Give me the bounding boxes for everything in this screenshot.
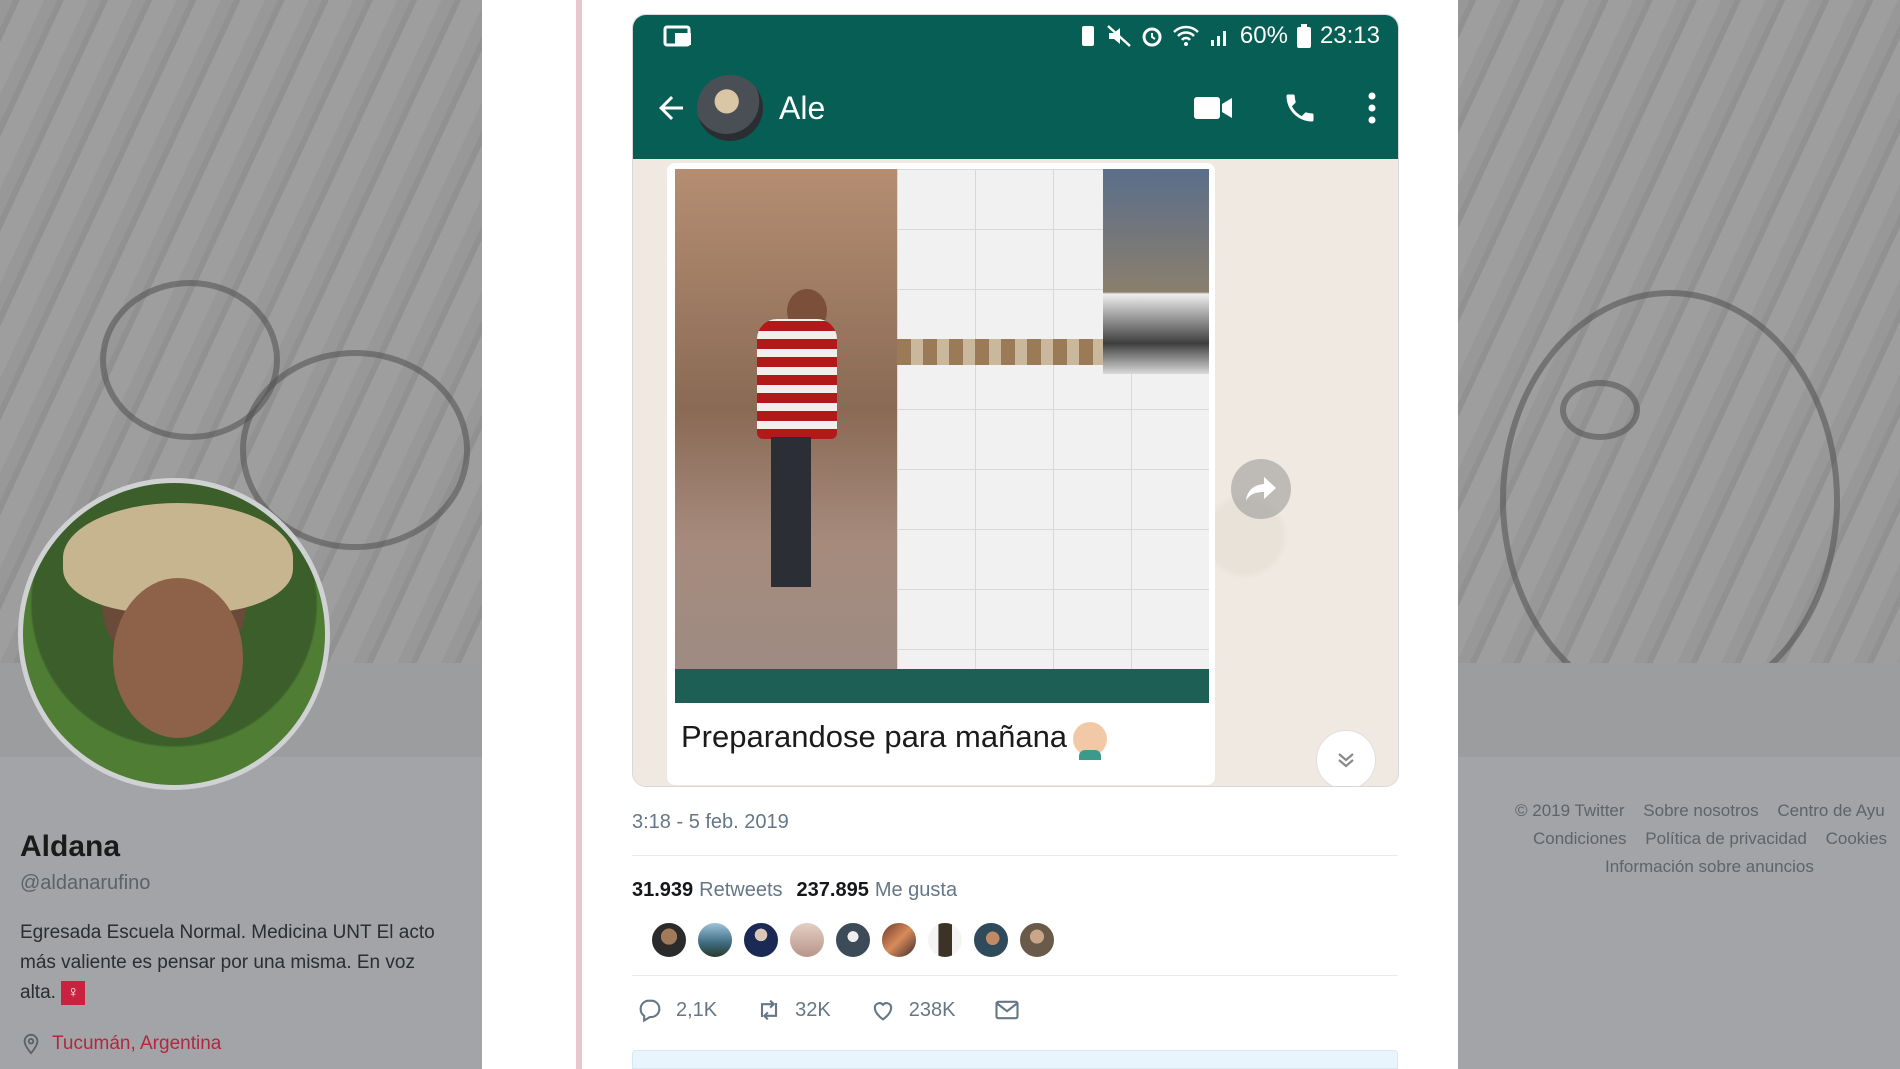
footer-copyright: © 2019 Twitter [1515, 801, 1625, 820]
retweet-button[interactable]: 32K [755, 996, 831, 1024]
footer-link-privacy[interactable]: Política de privacidad [1645, 829, 1807, 848]
female-symbol-icon: ♀ [61, 980, 86, 1005]
forward-button[interactable] [1231, 459, 1291, 519]
liker-avatar[interactable] [1018, 921, 1056, 959]
like-button[interactable]: 238K [869, 996, 956, 1024]
profile-avatar[interactable] [18, 478, 330, 790]
likes-label: Me gusta [874, 879, 958, 901]
chat-header-actions [1192, 90, 1378, 126]
liker-avatar[interactable] [788, 921, 826, 959]
message-photo[interactable] [675, 169, 1209, 703]
photo-foreground-bar [675, 669, 1209, 703]
status-icons: 60% 23:13 [1078, 22, 1380, 50]
footer-link-ads-info[interactable]: Información sobre anuncios [1605, 857, 1814, 876]
scroll-down-button[interactable] [1316, 730, 1376, 786]
envelope-icon [995, 1000, 1020, 1020]
whatsapp-chat-header: Ale [633, 57, 1398, 159]
caption-text: Preparandose para mañana [681, 719, 1068, 754]
heart-icon [873, 1002, 892, 1021]
reply-count: 2,1K [676, 998, 718, 1021]
vibrate-icon [1081, 26, 1094, 46]
profile-bio: Egresada Escuela Normal. Medicina UNT El… [20, 918, 450, 1008]
direct-message-button[interactable] [993, 996, 1021, 1024]
contact-name[interactable]: Ale [779, 90, 1192, 127]
retweet-count: 32K [795, 998, 831, 1021]
mute-icon [1107, 25, 1131, 47]
chat-area: Preparandose para mañana [633, 159, 1398, 786]
phone-call-icon[interactable] [1282, 90, 1318, 126]
divider [632, 855, 1398, 856]
footer-links: © 2019 Twitter Sobre nosotros Centro de … [1485, 797, 1900, 881]
tweet-image-whatsapp-screenshot[interactable]: 60% 23:13 Ale Preparandose para mañana [632, 14, 1399, 787]
photo-man-shirt [757, 319, 837, 439]
divider [632, 975, 1398, 976]
message-bubble[interactable]: Preparandose para mañana [667, 163, 1215, 785]
battery-icon [1296, 24, 1311, 48]
contact-avatar[interactable] [697, 75, 763, 141]
gallery-notification-icon [663, 25, 691, 47]
wifi-icon [1173, 25, 1199, 46]
message-caption: Preparandose para mañana [681, 719, 1108, 760]
liker-avatar[interactable] [834, 921, 872, 959]
alarm-icon [1142, 27, 1162, 47]
likes-stat[interactable]: 237.895 Me gusta [797, 879, 958, 902]
video-call-icon[interactable] [1192, 93, 1234, 123]
liker-avatar[interactable] [972, 921, 1010, 959]
profile-name[interactable]: Aldana [20, 830, 120, 864]
liker-avatar[interactable] [742, 921, 780, 959]
photo-calendar [1103, 169, 1209, 374]
tweet-timestamp[interactable]: 3:18 - 5 feb. 2019 [632, 811, 789, 834]
profile-handle[interactable]: @aldanarufino [20, 872, 150, 895]
avatar-face [113, 578, 243, 738]
forward-arrow-icon [1246, 477, 1276, 501]
photo-man-legs [771, 437, 811, 587]
back-arrow-icon[interactable] [653, 90, 689, 126]
footer-link-about[interactable]: Sobre nosotros [1643, 801, 1758, 820]
reply-icon [639, 999, 661, 1023]
retweets-count: 31.939 [632, 879, 694, 901]
battery-percent: 60% [1239, 22, 1288, 49]
liker-avatar[interactable] [650, 921, 688, 959]
tweet-stats: 31.939 Retweets 237.895 Me gusta [632, 879, 957, 902]
liker-avatar[interactable] [696, 921, 734, 959]
location-pin-icon [23, 1033, 39, 1055]
footer-link-terms[interactable]: Condiciones [1533, 829, 1627, 848]
liker-avatar[interactable] [926, 921, 964, 959]
screen: { "profile": { "name": "Aldana", "handle… [0, 0, 1900, 1069]
profile-location[interactable]: Tucumán, Argentina [20, 1033, 221, 1055]
phone-status-bar: 60% 23:13 [633, 15, 1398, 57]
liker-avatars [650, 921, 1056, 959]
liker-avatar[interactable] [880, 921, 918, 959]
tweet-actions: 2,1K 32K 238K [636, 996, 1059, 1024]
footer-link-cookies[interactable]: Cookies [1826, 829, 1887, 848]
location-text: Tucumán, Argentina [52, 1033, 222, 1054]
person-emoji-icon [1073, 721, 1108, 760]
footer-link-help[interactable]: Centro de Ayu [1777, 801, 1884, 820]
likes-count: 237.895 [796, 879, 869, 901]
phone-clock: 23:13 [1319, 22, 1380, 49]
retweets-stat[interactable]: 31.939 Retweets [632, 879, 783, 902]
retweets-label: Retweets [699, 879, 783, 901]
reply-button[interactable]: 2,1K [636, 996, 717, 1024]
double-chevron-down-icon [1338, 753, 1354, 768]
reply-composer[interactable] [632, 1050, 1398, 1069]
retweet-icon [761, 999, 778, 1021]
like-count: 238K [908, 998, 956, 1021]
more-options-icon[interactable] [1366, 91, 1378, 125]
modal-accent-line [576, 0, 582, 1069]
signal-icon [1210, 31, 1226, 46]
